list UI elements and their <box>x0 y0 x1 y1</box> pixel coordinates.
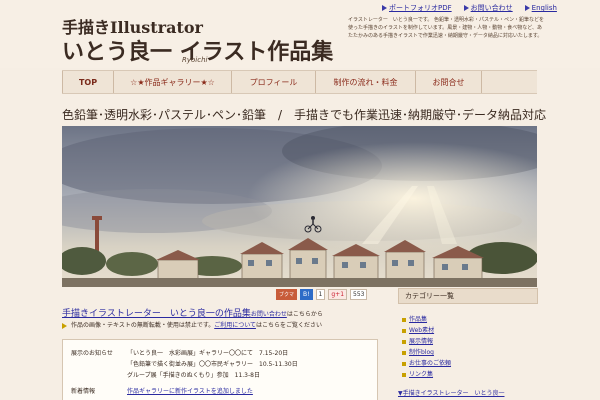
usage-note-text: 作品の画像・テキストの無断転載・使用は禁止です。 <box>71 322 215 329</box>
header-link-label: ポートフォリオPDF <box>389 4 452 12</box>
bookmark-label: ブクマ <box>276 289 298 300</box>
exhibition-lines: 「いとう良一 水彩画展」ギャラリー〇〇にて 7.15-20日 「色鉛筆で描く街並… <box>127 348 298 381</box>
sidebar-item-label: 制作blog <box>409 349 434 356</box>
news-box: 展示のお知らせ 「いとう良一 水彩画展」ギャラリー〇〇にて 7.15-20日 「… <box>62 339 378 400</box>
logo-subtitle: Ryoichi <box>182 56 208 64</box>
sidebar-item-links[interactable]: リンク集 <box>402 369 538 380</box>
usage-note-rest: はこちらをご覧ください <box>255 322 322 329</box>
sidebar-item-label: Web素材 <box>409 327 435 334</box>
sidebar-item-works[interactable]: 作品集 <box>402 314 538 325</box>
sidebar-item-label: お仕事のご依頼 <box>409 360 452 367</box>
header-link-contact[interactable]: お問い合わせ <box>463 3 513 13</box>
sidebar-heading: カテゴリー一覧 <box>398 288 538 304</box>
triangle-right-icon <box>463 5 469 11</box>
exhibition-item: グループ展「手描きのぬくもり」参加 11.3-8日 <box>127 372 260 379</box>
bullet-icon <box>402 350 406 355</box>
bullet-icon <box>402 361 406 366</box>
exhibition-row: 展示のお知らせ 「いとう良一 水彩画展」ギャラリー〇〇にて 7.15-20日 「… <box>71 348 298 379</box>
bullet-icon <box>402 328 406 333</box>
header-link-portfolio[interactable]: ポートフォリオPDF <box>382 3 452 13</box>
nav-item-top[interactable]: TOP <box>62 71 114 93</box>
usage-note: 作品の画像・テキストの無断転載・使用は禁止です。ご利用についてはこちらをご覧くだ… <box>62 320 377 329</box>
triangle-right-icon <box>524 5 530 11</box>
social-buttons: ブクマ B! 1 g+1 553 <box>276 289 368 300</box>
contact-link[interactable]: お問い合わせ <box>251 311 287 318</box>
google-plus-count: 553 <box>350 289 368 300</box>
exhibition-label: 展示のお知らせ <box>71 350 113 357</box>
main-title-link[interactable]: 手描きイラストレーター いとう良一の作品集 <box>62 309 251 319</box>
sidebar-item-label: 展示情報 <box>409 338 434 345</box>
sidebar-list: 作品集 Web素材 展示情報 制作blog お仕事のご依頼 リンク集 <box>398 304 538 380</box>
site-header: 手描きIllustrator いとう良一 イラスト作品集 Ryoichi ポート… <box>0 0 600 68</box>
page: 手描きIllustrator いとう良一 イラスト作品集 Ryoichi ポート… <box>0 0 600 400</box>
header-link-english[interactable]: English <box>524 3 557 13</box>
nav-item-pricing[interactable]: 制作の流れ・料金 <box>316 71 416 93</box>
hatena-count: 1 <box>315 289 326 300</box>
bullet-icon <box>402 372 406 377</box>
exhibition-item: 「いとう良一 水彩画展」ギャラリー〇〇にて 7.15-20日 <box>127 350 289 357</box>
sidebar: カテゴリー一覧 作品集 Web素材 展示情報 制作blog お仕事のご依頼 リン… <box>398 288 538 397</box>
hero-illustration <box>62 126 537 287</box>
main-nav: TOP ☆★作品ギャラリー★☆ プロフィール 制作の流れ・料金 お問合せ <box>62 70 537 94</box>
news-label: 新着情報 <box>71 388 96 395</box>
nav-item-gallery[interactable]: ☆★作品ギャラリー★☆ <box>114 71 232 93</box>
exhibition-item: 「色鉛筆で描く街並み展」〇〇市民ギャラリー 10.5-11.30日 <box>127 361 298 368</box>
header-links: ポートフォリオPDF お問い合わせ English <box>382 3 557 13</box>
main-title-rest: はこちらから <box>286 311 323 318</box>
usage-policy-link[interactable]: ご利用について <box>214 322 256 329</box>
main-heading: 手描きイラストレーター いとう良一の作品集お問い合わせはこちらから <box>62 306 377 319</box>
sidebar-item-label: リンク集 <box>409 371 434 378</box>
sidebar-item-label: 作品集 <box>409 316 428 323</box>
site-description: イラストレーター いとう良一です。 色鉛筆・透明水彩・パステル・ペン・鉛筆などを… <box>348 17 544 39</box>
google-plus-button[interactable]: g+1 <box>328 289 348 300</box>
sidebar-item-blog[interactable]: 制作blog <box>402 347 538 358</box>
news-item-link[interactable]: 作品ギャラリーに新作イラストを追加しました <box>127 386 253 397</box>
arrow-right-icon <box>62 322 67 329</box>
news-lines: 作品ギャラリーに新作イラストを追加しました <box>127 386 253 397</box>
site-logo[interactable]: 手描きIllustrator いとう良一 イラスト作品集 Ryoichi <box>62 14 333 65</box>
sidebar-item-web[interactable]: Web素材 <box>402 325 538 336</box>
sidebar-item-request[interactable]: お仕事のご依頼 <box>402 358 538 369</box>
hatena-bookmark-button[interactable]: B! <box>300 289 313 300</box>
triangle-right-icon <box>382 5 387 11</box>
bullet-icon <box>402 317 406 322</box>
sidebar-more-link[interactable]: ▼手描きイラストレーター いとう良一 <box>398 388 505 397</box>
sidebar-item-exhibition[interactable]: 展示情報 <box>402 336 538 347</box>
nav-item-contact[interactable]: お問合せ <box>416 71 482 93</box>
nav-item-profile[interactable]: プロフィール <box>232 71 316 93</box>
tagline: 色鉛筆･透明水彩･パステル･ペン･鉛筆 / 手描きでも作業迅速･納期厳守･データ… <box>62 108 547 122</box>
bullet-icon <box>402 339 406 344</box>
news-row: 新着情報 作品ギャラリーに新作イラストを追加しました <box>71 386 253 395</box>
header-link-label: English <box>531 4 557 12</box>
header-link-label: お問い合わせ <box>470 4 513 12</box>
